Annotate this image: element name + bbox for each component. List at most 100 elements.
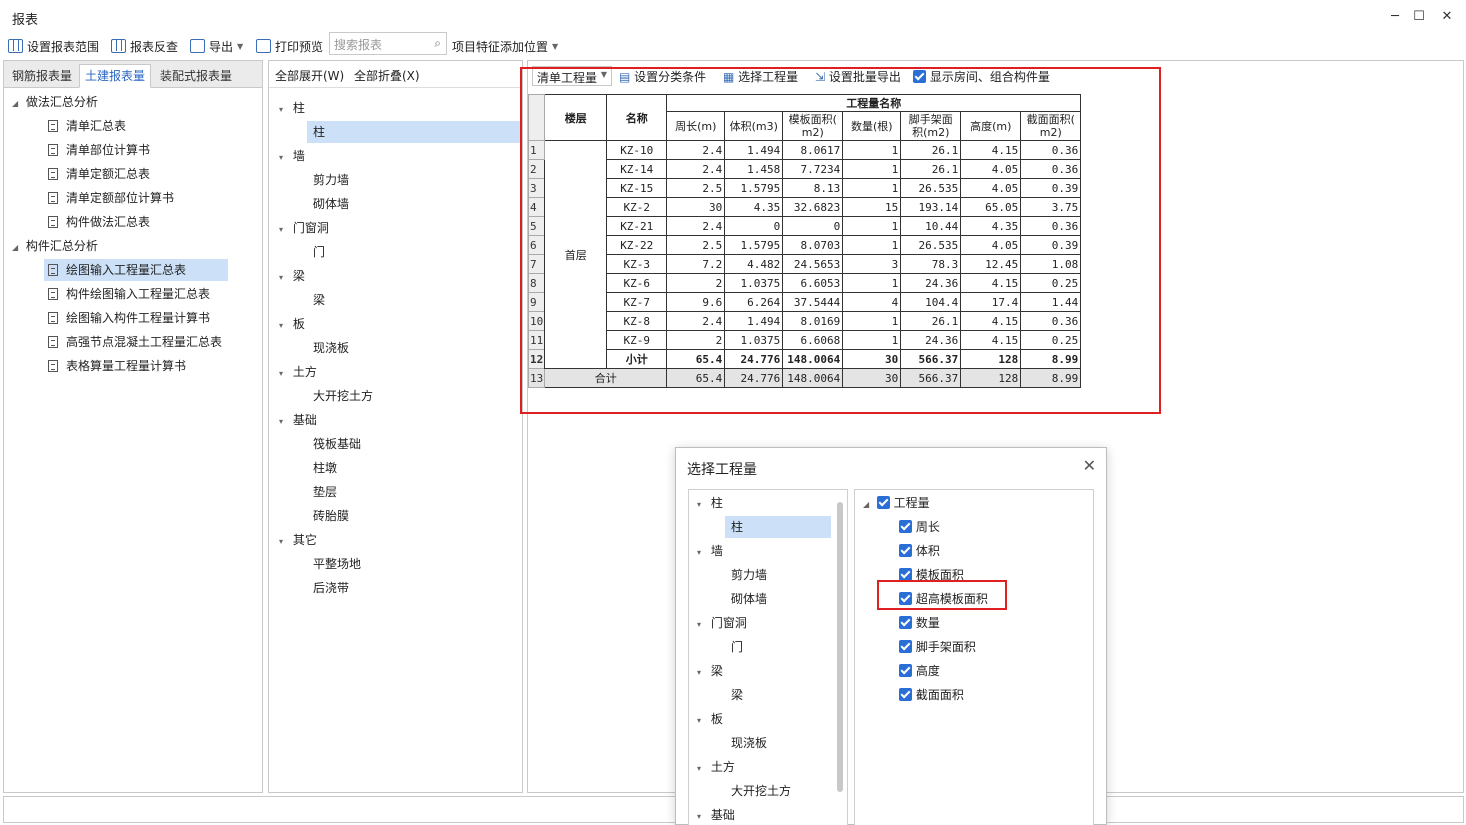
caret-down-icon[interactable]: ▾ [697, 542, 707, 564]
search-icon[interactable]: ⌕ [434, 36, 441, 51]
checkbox-checked-icon[interactable] [899, 688, 912, 701]
tree-item-selected[interactable]: 绘图输入工程量汇总表 [44, 259, 228, 281]
tree-item[interactable]: 梁 [313, 289, 325, 311]
dialog-tree-group[interactable]: ▾ 基础 [697, 804, 735, 825]
export-button[interactable]: 导出 ▼ [190, 36, 243, 56]
tree-item[interactable]: 门 [313, 241, 325, 263]
collapse-all-button[interactable]: 全部折叠(X) [354, 67, 420, 84]
tree-item[interactable]: 清单定额汇总表 [48, 163, 150, 185]
tree-group[interactable]: ▾ 梁 [279, 265, 305, 287]
dialog-tree-item[interactable]: 现浇板 [731, 732, 767, 754]
caret-down-icon[interactable]: ▾ [279, 363, 289, 385]
close-icon[interactable]: ✕ [1083, 456, 1096, 475]
quantity-option[interactable]: 截面面积 [899, 684, 964, 706]
dialog-tree-group[interactable]: ▾ 梁 [697, 660, 723, 682]
tree-item[interactable]: 砖胎膜 [313, 505, 349, 527]
quantity-option[interactable]: 模板面积 [899, 564, 964, 586]
tree-item[interactable]: 筏板基础 [313, 433, 361, 455]
dialog-tree-item[interactable]: 大开挖土方 [731, 780, 791, 802]
minimize-icon[interactable]: ─ [1382, 6, 1408, 28]
set-range-button[interactable]: 设置报表范围 [8, 36, 99, 56]
caret-down-icon[interactable]: ▾ [279, 411, 289, 433]
caret-down-icon[interactable]: ▾ [279, 267, 289, 289]
caret-down-icon[interactable]: ▾ [697, 662, 707, 684]
checkbox-checked-icon[interactable] [899, 664, 912, 677]
tree-item[interactable]: 后浇带 [313, 577, 349, 599]
add-position-dropdown[interactable]: 项目特征添加位置 ▼ [452, 36, 558, 56]
scrollbar[interactable] [837, 502, 843, 792]
caret-down-icon[interactable]: ▾ [279, 99, 289, 121]
tree-item[interactable]: 高强节点混凝土工程量汇总表 [48, 331, 222, 353]
tree-item[interactable]: 构件绘图输入工程量汇总表 [48, 283, 210, 305]
checkbox-checked-icon[interactable] [876, 496, 890, 509]
caret-down-icon[interactable]: ▾ [697, 758, 707, 780]
dialog-tree-group[interactable]: ▾ 板 [697, 708, 723, 730]
quantity-option[interactable]: 体积 [899, 540, 940, 562]
dialog-tree-group[interactable]: ▾ 门窗洞 [697, 612, 747, 634]
tree-group[interactable]: ▾ 板 [279, 313, 305, 335]
tree-item[interactable]: 剪力墙 [313, 169, 349, 191]
show-room-toggle[interactable]: 显示房间、组合构件量 [913, 68, 1050, 85]
checkbox-checked-icon[interactable] [899, 544, 912, 557]
tree-group[interactable]: ▾ 基础 [279, 409, 317, 431]
checkbox-checked-icon[interactable] [913, 70, 926, 83]
dialog-tree-item[interactable]: 梁 [731, 684, 743, 706]
tab-civil-report[interactable]: 土建报表量 [79, 64, 152, 88]
expand-all-button[interactable]: 全部展开(W) [275, 67, 344, 84]
quantity-option[interactable]: 周长 [899, 516, 940, 538]
quantity-root[interactable]: ◢ 工程量 [863, 492, 930, 514]
select-quantity-button[interactable]: ▦ 选择工程量 [723, 68, 798, 85]
caret-down-icon[interactable]: ▾ [697, 494, 707, 516]
tree-group[interactable]: ▾ 柱 [279, 97, 305, 119]
print-preview-button[interactable]: 打印预览 [256, 36, 323, 56]
quantity-type-select[interactable]: 清单工程量 ▼ [532, 66, 612, 86]
checkbox-checked-icon[interactable] [899, 616, 912, 629]
caret-down-icon[interactable]: ▾ [697, 806, 707, 825]
checkbox-checked-icon[interactable] [899, 640, 912, 653]
caret-down-icon[interactable]: ▾ [279, 531, 289, 553]
tree-group[interactable]: ▾ 土方 [279, 361, 317, 383]
dialog-tree-item[interactable]: 砌体墙 [731, 588, 767, 610]
dialog-tree-item[interactable]: 剪力墙 [731, 564, 767, 586]
caret-down-icon[interactable]: ▾ [279, 147, 289, 169]
tab-rebar-report[interactable]: 钢筋报表量 [6, 64, 78, 88]
dialog-tree-group[interactable]: ▾ 柱 [697, 492, 723, 514]
tree-item[interactable]: 现浇板 [313, 337, 349, 359]
quantity-option[interactable]: 超高模板面积 [899, 588, 988, 610]
caret-down-icon[interactable]: ▾ [279, 219, 289, 241]
quantity-option[interactable]: 高度 [899, 660, 940, 682]
dialog-tree-group[interactable]: ▾ 墙 [697, 540, 723, 562]
tree-group[interactable]: ▾ 其它 [279, 529, 317, 551]
tree-group-method[interactable]: ◢ 做法汇总分析 [12, 91, 98, 113]
reverse-lookup-button[interactable]: 报表反查 [111, 36, 178, 56]
caret-down-icon[interactable]: ▾ [697, 710, 707, 732]
search-input[interactable]: 搜索报表 ⌕ [329, 32, 447, 55]
quantity-option[interactable]: 脚手架面积 [899, 636, 976, 658]
close-icon[interactable]: ✕ [1434, 6, 1460, 28]
tree-item[interactable]: 绘图输入构件工程量计算书 [48, 307, 210, 329]
tree-group[interactable]: ▾ 门窗洞 [279, 217, 329, 239]
batch-export-button[interactable]: ⇲ 设置批量导出 [815, 68, 901, 85]
caret-down-icon[interactable]: ◢ [12, 93, 22, 115]
caret-down-icon[interactable]: ◢ [12, 237, 22, 259]
quantity-option[interactable]: 数量 [899, 612, 940, 634]
caret-down-icon[interactable]: ▾ [697, 614, 707, 636]
dialog-tree-item[interactable]: 门 [731, 636, 743, 658]
tree-item[interactable]: 表格算量工程量计算书 [48, 355, 186, 377]
tree-item[interactable]: 柱墩 [313, 457, 337, 479]
tree-item[interactable]: 清单定额部位计算书 [48, 187, 174, 209]
tree-group[interactable]: ▾ 墙 [279, 145, 305, 167]
tab-prefab-report[interactable]: 装配式报表量 [154, 64, 238, 88]
tree-group-component[interactable]: ◢ 构件汇总分析 [12, 235, 98, 257]
caret-down-icon[interactable]: ◢ [863, 494, 873, 516]
tree-item[interactable]: 清单汇总表 [48, 115, 126, 137]
tree-item[interactable]: 构件做法汇总表 [48, 211, 150, 233]
tree-item[interactable]: 垫层 [313, 481, 337, 503]
tree-item[interactable]: 清单部位计算书 [48, 139, 150, 161]
tree-item[interactable]: 大开挖土方 [313, 385, 373, 407]
set-condition-button[interactable]: ▤ 设置分类条件 [619, 68, 706, 85]
tree-item[interactable]: 平整场地 [313, 553, 361, 575]
dialog-tree-group[interactable]: ▾ 土方 [697, 756, 735, 778]
caret-down-icon[interactable]: ▾ [279, 315, 289, 337]
maximize-icon[interactable]: ☐ [1406, 6, 1432, 28]
